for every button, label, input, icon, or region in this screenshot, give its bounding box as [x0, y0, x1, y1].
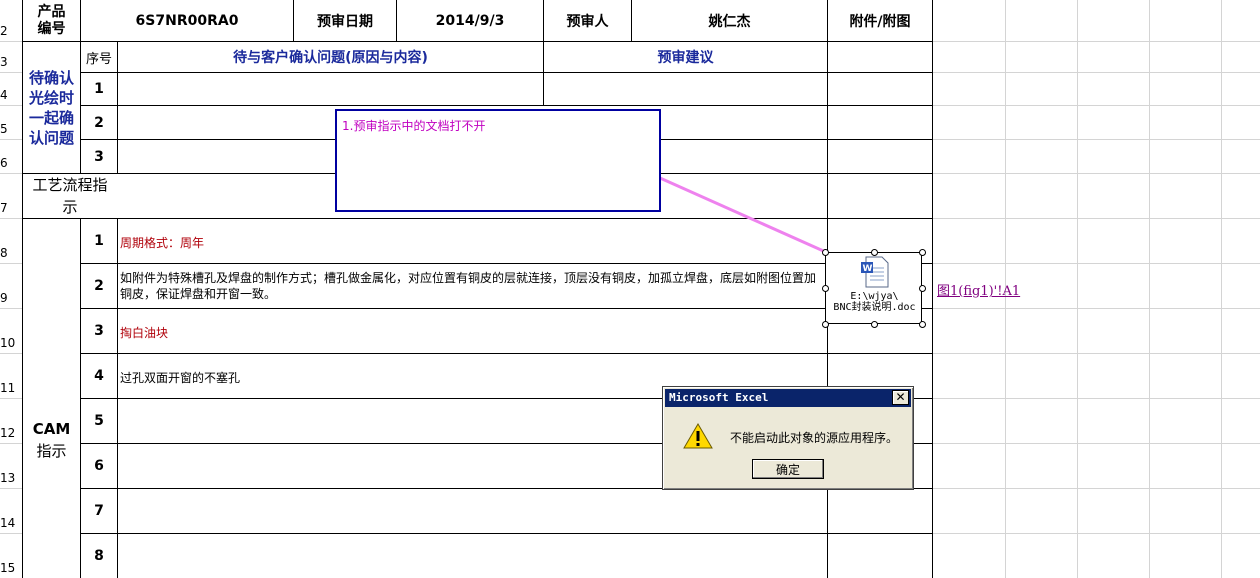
- resize-handle[interactable]: [919, 321, 926, 328]
- comment-box[interactable]: 1.预审指示中的文档打不开: [335, 109, 661, 212]
- resize-handle[interactable]: [871, 249, 878, 256]
- resize-handle[interactable]: [919, 285, 926, 292]
- cam-row-number[interactable]: 3: [81, 309, 117, 353]
- spreadsheet[interactable]: 2 3 4 5 6 7 8 9 10 11 12 13 14 15 产品编号 6…: [0, 0, 1260, 578]
- pending-row-number[interactable]: 3: [81, 140, 117, 173]
- pending-row-number[interactable]: 1: [81, 73, 117, 105]
- reviewer-label[interactable]: 预审人: [544, 0, 631, 41]
- seq-header[interactable]: 序号: [81, 42, 117, 72]
- row-number[interactable]: 4: [0, 88, 20, 102]
- row-number[interactable]: 2: [0, 24, 20, 38]
- cam-row-number[interactable]: 6: [81, 444, 117, 488]
- product-no-value[interactable]: 6S7NR00RA0: [81, 0, 293, 41]
- row-number[interactable]: 10: [0, 336, 20, 350]
- dialog-close-button[interactable]: ✕: [892, 390, 909, 405]
- cam-section-label[interactable]: CAM 指示: [23, 420, 80, 461]
- suggestion-header[interactable]: 预审建议: [544, 42, 827, 72]
- row-number[interactable]: 9: [0, 291, 20, 305]
- resize-handle[interactable]: [822, 249, 829, 256]
- pending-row-number[interactable]: 2: [81, 106, 117, 139]
- cam-instruction[interactable]: 周期格式：周年: [120, 234, 204, 251]
- cam-label-line2: 指示: [36, 442, 67, 460]
- svg-text:W: W: [863, 264, 873, 274]
- row-number[interactable]: 11: [0, 381, 20, 395]
- resize-handle[interactable]: [871, 321, 878, 328]
- resize-handle[interactable]: [822, 285, 829, 292]
- warning-icon: [683, 423, 713, 449]
- row-number[interactable]: 8: [0, 246, 20, 260]
- embedded-object-path: E:\wjya\ BNC封装说明.doc: [826, 291, 923, 313]
- dialog-titlebar[interactable]: Microsoft Excel: [665, 389, 911, 407]
- embedded-document-object[interactable]: W E:\wjya\ BNC封装说明.doc: [822, 249, 926, 328]
- resize-handle[interactable]: [919, 249, 926, 256]
- cam-instruction[interactable]: 掏白油块: [120, 324, 168, 341]
- row-number[interactable]: 14: [0, 516, 20, 530]
- row-number[interactable]: 7: [0, 201, 20, 215]
- cam-instruction[interactable]: 过孔双面开窗的不塞孔: [120, 369, 240, 386]
- close-icon: ✕: [895, 390, 906, 404]
- dialog-message: 不能启动此对象的源应用程序。: [730, 431, 899, 445]
- pending-section-label[interactable]: 待确认光绘时一起确认问题: [23, 42, 80, 173]
- path-line1: E:\wjya\: [850, 291, 899, 302]
- row-number[interactable]: 3: [0, 55, 20, 69]
- review-date-label[interactable]: 预审日期: [294, 0, 396, 41]
- row-number[interactable]: 12: [0, 426, 20, 440]
- fig1-hyperlink[interactable]: 图1(fig1)'!A1: [937, 280, 1020, 299]
- issues-header[interactable]: 待与客户确认问题(原因与内容): [118, 42, 543, 72]
- word-document-icon: W: [861, 256, 889, 288]
- row-number[interactable]: 15: [0, 561, 20, 575]
- row-number[interactable]: 13: [0, 471, 20, 485]
- comment-text: 1.预审指示中的文档打不开: [342, 119, 486, 133]
- process-section-label[interactable]: 工艺流程指示: [23, 174, 117, 218]
- review-date-value[interactable]: 2014/9/3: [397, 0, 543, 41]
- resize-handle[interactable]: [822, 321, 829, 328]
- cam-row-number[interactable]: 5: [81, 399, 117, 443]
- cam-row-number[interactable]: 1: [81, 219, 117, 263]
- row-number[interactable]: 5: [0, 122, 20, 136]
- cam-instruction[interactable]: 如附件为特殊槽孔及焊盘的制作方式；槽孔做金属化，对应位置有铜皮的层就连接，顶层没…: [120, 270, 826, 302]
- cam-label-line1: CAM: [32, 420, 71, 438]
- row-number[interactable]: 6: [0, 156, 20, 170]
- cam-row-number[interactable]: 2: [81, 264, 117, 308]
- dialog-title: Microsoft Excel: [669, 391, 769, 404]
- cam-row-number[interactable]: 7: [81, 489, 117, 533]
- dialog-ok-button[interactable]: 确定: [752, 459, 824, 479]
- product-no-label[interactable]: 产品编号: [23, 0, 80, 41]
- cam-row-number[interactable]: 8: [81, 534, 117, 578]
- attachment-label[interactable]: 附件/附图: [828, 0, 932, 41]
- reviewer-value[interactable]: 姚仁杰: [632, 0, 827, 41]
- cam-row-number[interactable]: 4: [81, 354, 117, 398]
- path-line2: BNC封装说明.doc: [833, 302, 916, 313]
